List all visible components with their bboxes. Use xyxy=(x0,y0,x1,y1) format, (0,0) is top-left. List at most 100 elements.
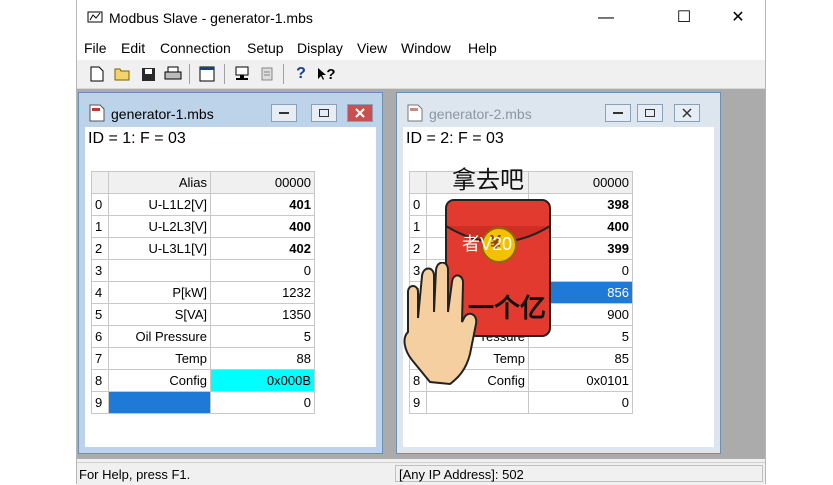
app-window: Modbus Slave - generator-1.mbs — ☐ ✕ Fil… xyxy=(76,0,766,485)
alias-header: Alias xyxy=(108,171,211,194)
new-icon[interactable] xyxy=(87,64,107,84)
alias-cell[interactable] xyxy=(426,215,529,238)
table-row: 9 0 xyxy=(91,391,315,414)
menu-bar: File Edit Connection Setup Display View … xyxy=(77,36,765,60)
value-header: 00000 xyxy=(210,171,315,194)
document-window-generator-1[interactable]: generator-1.mbs ID = 1: F = 03 Alias 000… xyxy=(78,92,383,454)
value-cell[interactable]: 400 xyxy=(210,215,315,238)
value-cell[interactable]: 5 xyxy=(528,325,633,348)
alias-cell[interactable] xyxy=(108,259,211,282)
toolbar-separator xyxy=(224,64,225,84)
slave-id-line: ID = 2: F = 03 xyxy=(406,130,504,147)
value-cell-highlighted[interactable]: 0x000B xyxy=(210,369,315,392)
doc-restore-button[interactable] xyxy=(637,104,663,122)
value-cell[interactable]: 400 xyxy=(528,215,633,238)
doc-close-button[interactable] xyxy=(674,104,700,122)
table-row: 6 ressure 5 xyxy=(409,325,633,348)
menu-edit[interactable]: Edit xyxy=(121,40,145,56)
alias-cell[interactable]: Oil Pressure xyxy=(108,325,211,348)
disconnect-icon[interactable] xyxy=(257,64,277,84)
alias-cell[interactable]: U-L2L3[V] xyxy=(108,215,211,238)
doc-close-button[interactable] xyxy=(347,104,373,122)
value-header: 00000 xyxy=(528,171,633,194)
alias-cell-selected[interactable] xyxy=(108,391,211,414)
alias-cell[interactable]: P[kW] xyxy=(108,281,211,304)
window-icon[interactable] xyxy=(197,64,217,84)
alias-cell[interactable] xyxy=(426,303,529,326)
alias-cell[interactable]: U-L1L2[V] xyxy=(108,193,211,216)
alias-cell[interactable] xyxy=(426,237,529,260)
value-cell[interactable]: 0x0101 xyxy=(528,369,633,392)
connect-icon[interactable] xyxy=(232,64,252,84)
value-cell[interactable]: 399 xyxy=(528,237,633,260)
slave-id-line: ID = 1: F = 03 xyxy=(88,130,186,147)
row-number: 8 xyxy=(409,369,427,392)
alias-cell[interactable] xyxy=(426,281,529,304)
alias-cell[interactable] xyxy=(426,193,529,216)
alias-cell[interactable]: U-L3L1[V] xyxy=(108,237,211,260)
close-button[interactable]: ✕ xyxy=(715,0,761,36)
value-cell[interactable]: 88 xyxy=(210,347,315,370)
context-help-icon[interactable]: ? xyxy=(317,64,337,84)
doc-minimize-button[interactable] xyxy=(271,104,297,122)
table-row: 8 Config 0x0101 xyxy=(409,369,633,392)
table-row: 1 U-L2L3[V] 400 xyxy=(91,215,315,238)
value-cell[interactable]: 85 xyxy=(528,347,633,370)
status-address: [Any IP Address]: 502 xyxy=(395,465,763,482)
row-number: 6 xyxy=(409,325,427,348)
corner-cell xyxy=(91,171,109,194)
minimize-button[interactable]: — xyxy=(583,0,629,36)
value-cell[interactable]: 0 xyxy=(210,391,315,414)
value-cell[interactable]: 5 xyxy=(210,325,315,348)
menu-connection[interactable]: Connection xyxy=(160,40,231,56)
table-row: 6 Oil Pressure 5 xyxy=(91,325,315,348)
doc-restore-button[interactable] xyxy=(311,104,337,122)
table-row: 3 0 xyxy=(91,259,315,282)
alias-cell[interactable] xyxy=(426,259,529,282)
maximize-button[interactable]: ☐ xyxy=(661,0,707,36)
menu-window[interactable]: Window xyxy=(401,40,451,56)
row-number: 1 xyxy=(91,215,109,238)
menu-help[interactable]: Help xyxy=(468,40,497,56)
menu-display[interactable]: Display xyxy=(297,40,343,56)
value-cell[interactable]: 900 xyxy=(528,303,633,326)
table-row: 3 0 xyxy=(409,259,633,282)
table-row: 4 P[kW] 1232 xyxy=(91,281,315,304)
alias-cell[interactable]: ressure xyxy=(426,325,529,348)
alias-cell[interactable]: Temp xyxy=(426,347,529,370)
menu-setup[interactable]: Setup xyxy=(247,40,284,56)
register-table: Alias 00000 0 U-L1L2[V] 401 1 U-L2L3[V] … xyxy=(91,171,315,414)
row-number: 6 xyxy=(91,325,109,348)
alias-cell[interactable]: S[VA] xyxy=(108,303,211,326)
value-cell[interactable]: 398 xyxy=(528,193,633,216)
value-cell[interactable]: 1232 xyxy=(210,281,315,304)
value-cell[interactable]: 0 xyxy=(528,259,633,282)
help-icon[interactable]: ? xyxy=(291,64,311,84)
save-icon[interactable] xyxy=(138,64,158,84)
table-row: 0 U-L1L2[V] 401 xyxy=(91,193,315,216)
document-window-generator-2[interactable]: generator-2.mbs ID = 2: F = 03 00000 0 3… xyxy=(396,92,721,454)
doc-minimize-button[interactable] xyxy=(605,104,631,122)
document-title: generator-2.mbs xyxy=(429,106,532,122)
alias-cell[interactable] xyxy=(426,391,529,414)
document-client: ID = 2: F = 03 00000 0 398 1 400 2 399 3… xyxy=(403,127,714,447)
table-row: 5 S[VA] 1350 xyxy=(91,303,315,326)
menu-view[interactable]: View xyxy=(357,40,387,56)
alias-cell[interactable]: Temp xyxy=(108,347,211,370)
table-row: 1 400 xyxy=(409,215,633,238)
table-row: 7 Temp 88 xyxy=(91,347,315,370)
print-icon[interactable] xyxy=(163,64,183,84)
value-cell[interactable]: 0 xyxy=(210,259,315,282)
table-row: 7 Temp 85 xyxy=(409,347,633,370)
value-cell[interactable]: 402 xyxy=(210,237,315,260)
value-cell[interactable]: 1350 xyxy=(210,303,315,326)
alias-cell[interactable]: Config xyxy=(108,369,211,392)
value-cell[interactable]: 0 xyxy=(528,391,633,414)
row-number: 5 xyxy=(91,303,109,326)
open-icon[interactable] xyxy=(113,64,133,84)
alias-cell[interactable]: Config xyxy=(426,369,529,392)
value-cell[interactable]: 401 xyxy=(210,193,315,216)
alias-header xyxy=(426,171,529,194)
value-cell-selected[interactable]: 856 xyxy=(528,281,633,304)
menu-file[interactable]: File xyxy=(84,40,107,56)
